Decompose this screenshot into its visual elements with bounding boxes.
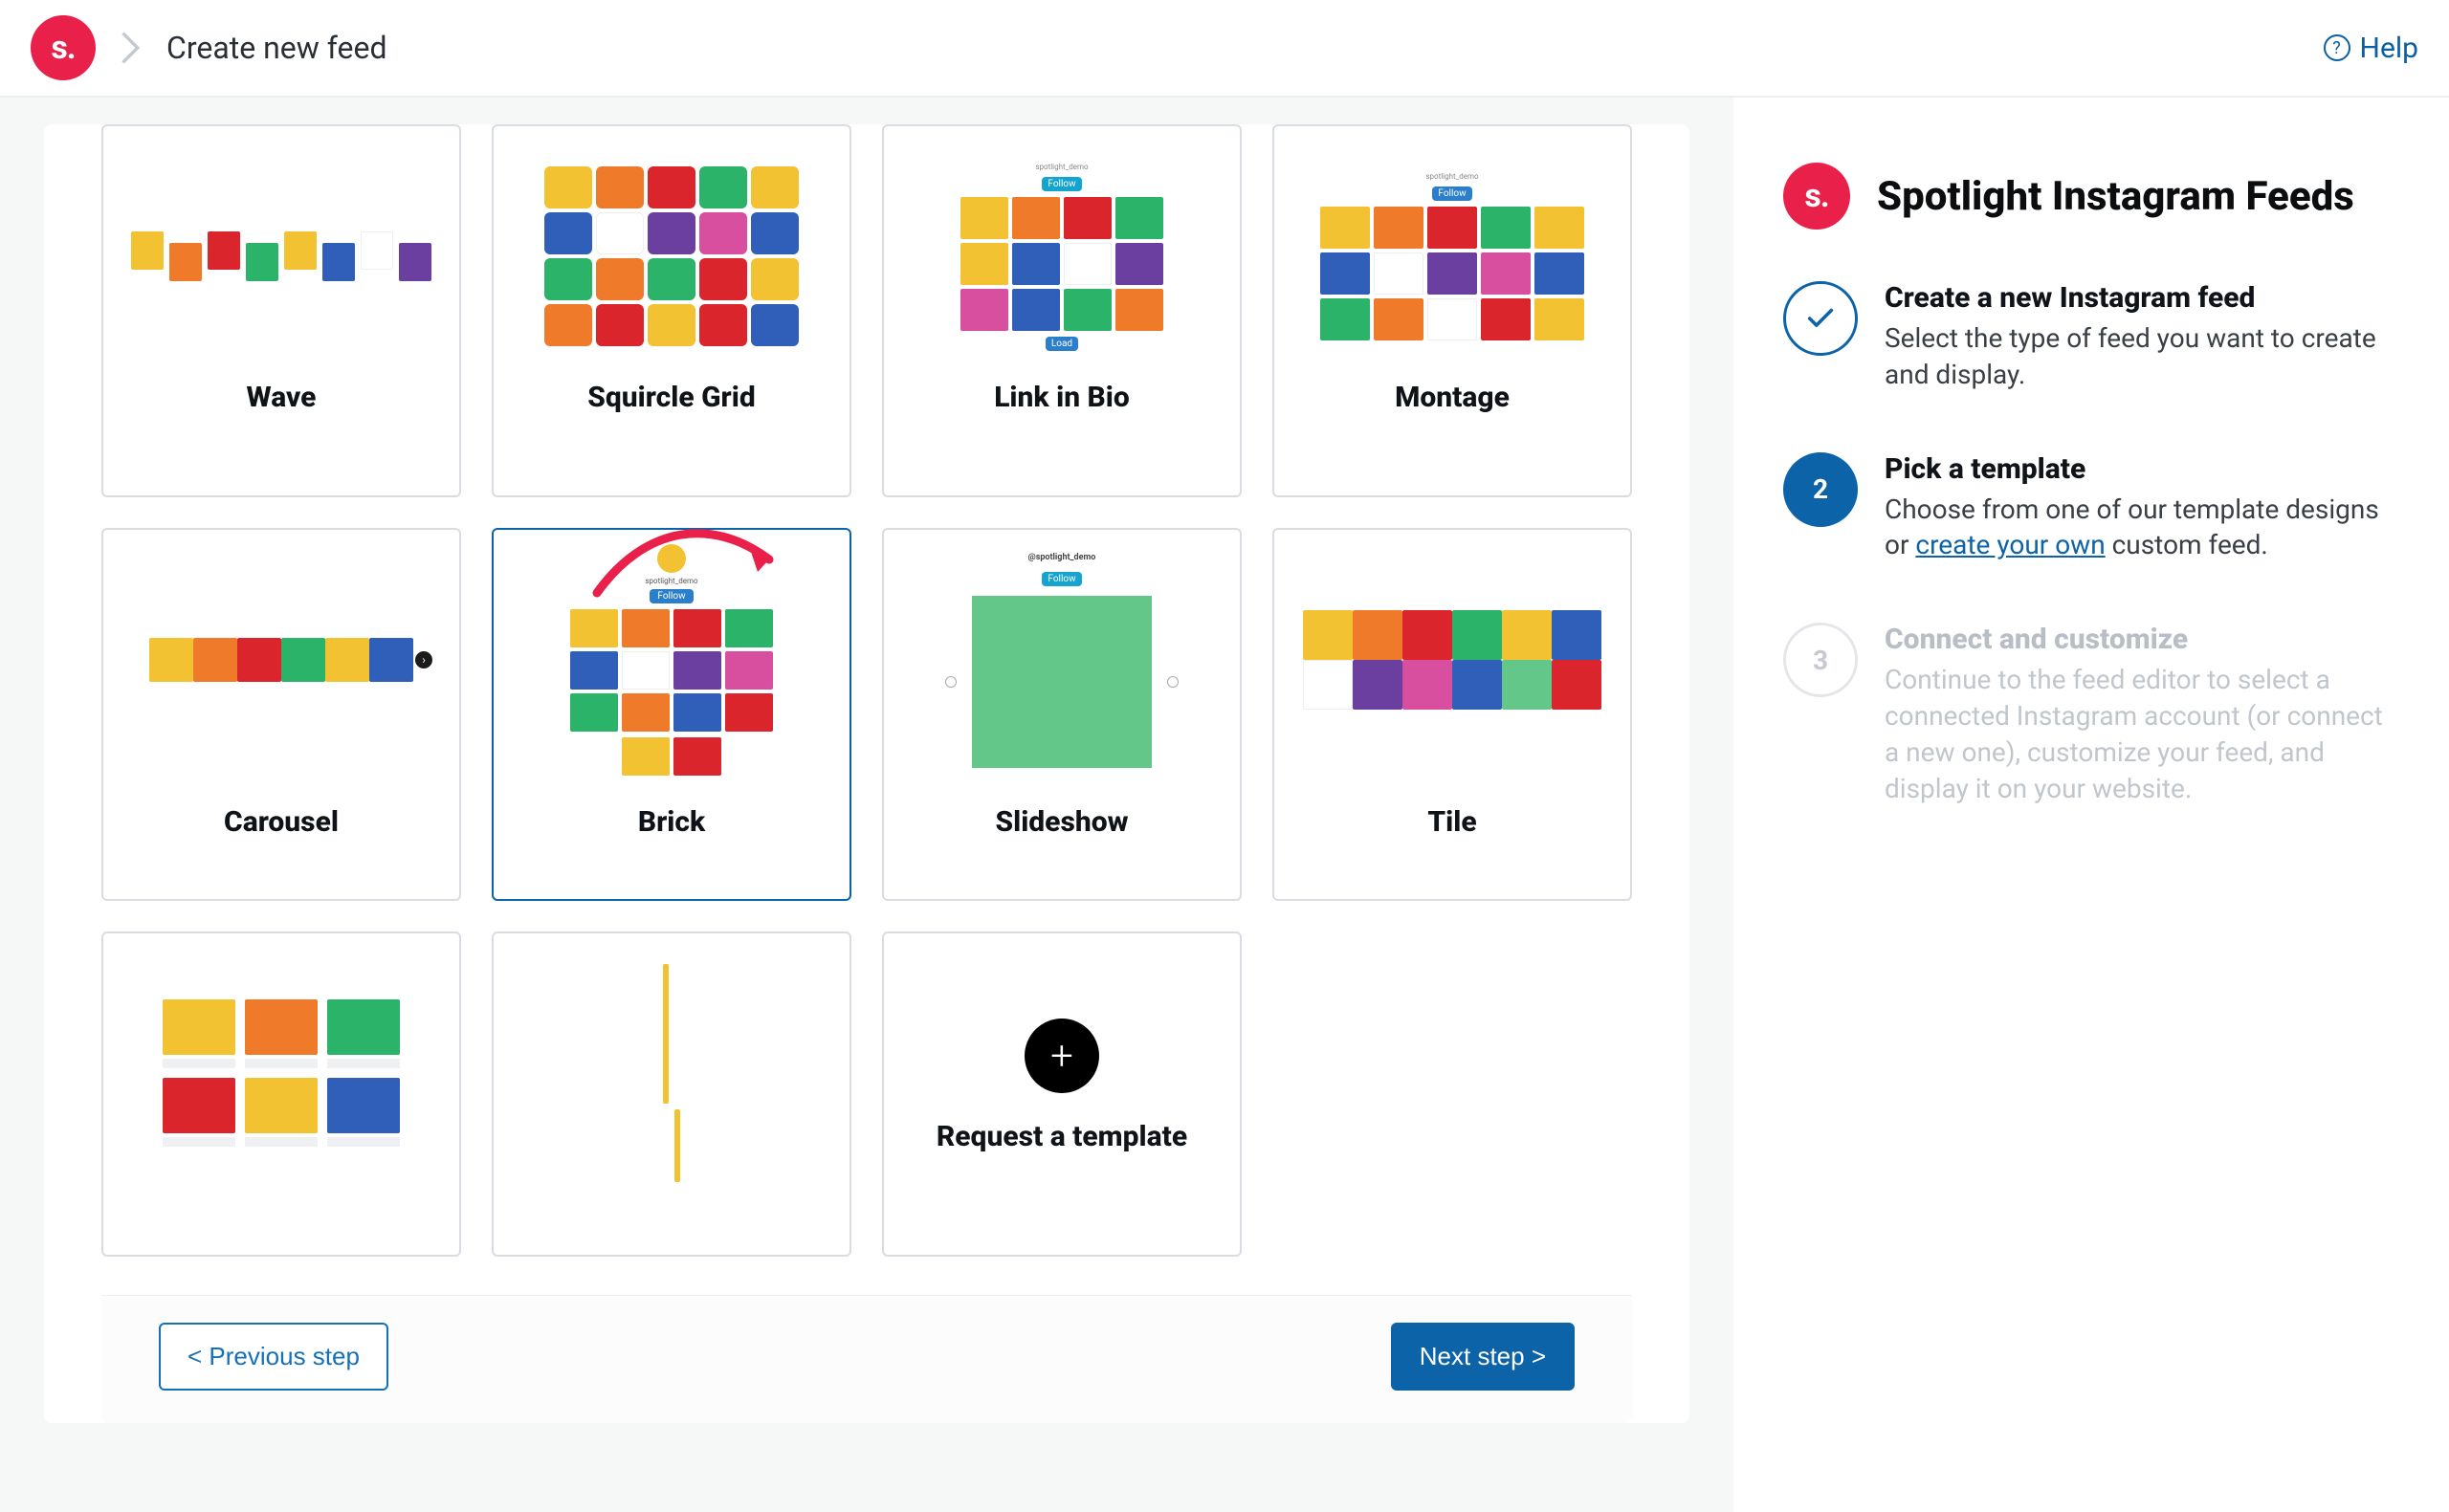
wizard-footer: < Previous step Next step >: [101, 1295, 1632, 1423]
left-panel: Wave Squircle Grid: [0, 98, 1733, 1512]
template-preview: spotlight_demo Follow: [494, 530, 849, 778]
template-card-masonry[interactable]: [492, 931, 851, 1257]
step-complete-icon: [1783, 281, 1858, 356]
template-card-wave[interactable]: Wave: [101, 124, 461, 497]
template-preview: spotlight_demo Follow: [1274, 126, 1630, 375]
chevron-right-icon: [121, 32, 142, 64]
squircle-tiles: [544, 166, 799, 346]
template-preview: [494, 933, 849, 1201]
load-more-icon: Load: [1046, 337, 1078, 351]
carousel-tiles: [149, 638, 413, 682]
pill-button-icon: Follow: [1042, 177, 1081, 191]
step-body: Select the type of feed you want to crea…: [1885, 320, 2399, 393]
template-preview: [103, 126, 459, 375]
step-3: 3 Connect and customize Continue to the …: [1783, 623, 2399, 806]
template-preview: ›: [103, 530, 459, 778]
template-card-link-in-bio[interactable]: spotlight_demo Follow Load Link in Bio: [882, 124, 1242, 497]
template-label: Brick: [638, 805, 705, 839]
sidebar-title: Spotlight Instagram Feeds: [1877, 173, 2354, 220]
template-label: Carousel: [224, 805, 339, 839]
page-title: Create new feed: [166, 30, 386, 66]
breadcrumb: s. Create new feed: [31, 15, 386, 80]
template-grid: Wave Squircle Grid: [101, 124, 1632, 1295]
template-card-slideshow[interactable]: @spotlight_demo Follow Slideshow: [882, 528, 1242, 901]
template-label: Wave: [247, 381, 317, 414]
step-body-post: custom feed.: [2106, 529, 2268, 560]
app-logo[interactable]: s.: [31, 15, 96, 80]
template-card-request[interactable]: + Request a template: [882, 931, 1242, 1257]
template-preview: @spotlight_demo Follow: [884, 530, 1240, 778]
gallery-cards-tiles: [163, 999, 400, 1147]
previous-step-button[interactable]: < Previous step: [159, 1323, 388, 1391]
step-active-indicator: 2: [1783, 452, 1858, 527]
template-card-squircle-grid[interactable]: Squircle Grid: [492, 124, 851, 497]
template-label: Link in Bio: [994, 381, 1130, 414]
template-card-carousel[interactable]: › Carousel: [101, 528, 461, 901]
carousel-next-icon: ›: [415, 651, 432, 668]
slideshow-prev-icon: [945, 676, 957, 688]
step-1: Create a new Instagram feed Select the t…: [1783, 281, 2399, 393]
montage-tiles: [1320, 207, 1584, 340]
help-link[interactable]: ? Help: [2324, 32, 2418, 65]
template-card-tile[interactable]: Tile: [1272, 528, 1632, 901]
template-preview: [494, 126, 849, 375]
brick-tiles: [570, 609, 773, 732]
help-label: Help: [2360, 32, 2418, 65]
pill-button-icon: Follow: [1432, 186, 1471, 201]
step-body: Continue to the feed editor to select a …: [1885, 662, 2399, 806]
template-card-brick[interactable]: spotlight_demo Follow: [492, 528, 851, 901]
template-label: Squircle Grid: [587, 381, 755, 414]
help-icon: ?: [2324, 34, 2350, 61]
main-layout: Wave Squircle Grid: [0, 98, 2449, 1512]
tile-tiles: [1303, 610, 1601, 710]
template-preview: [103, 933, 459, 1201]
avatar-icon: [657, 544, 686, 573]
sidebar-header: s. Spotlight Instagram Feeds: [1783, 163, 2399, 230]
next-step-button[interactable]: Next step >: [1391, 1323, 1575, 1391]
template-picker-stage: Wave Squircle Grid: [44, 124, 1689, 1423]
step-body: Choose from one of our template designs …: [1885, 492, 2399, 564]
follow-pill-icon: Follow: [1042, 572, 1081, 586]
request-template-label: Request a template: [937, 1120, 1187, 1154]
right-sidebar: s. Spotlight Instagram Feeds Create a ne…: [1733, 98, 2449, 1512]
step-2: 2 Pick a template Choose from one of our…: [1783, 452, 2399, 564]
create-your-own-link[interactable]: create your own: [1915, 529, 2105, 560]
step-title: Create a new Instagram feed: [1885, 281, 2399, 315]
slideshow-image: [972, 596, 1152, 768]
plus-icon: +: [1025, 1019, 1099, 1093]
template-card-gallery-cards[interactable]: [101, 931, 461, 1257]
masonry-tiles: [663, 964, 680, 1182]
sidebar-logo: s.: [1783, 163, 1850, 230]
template-label: Montage: [1395, 381, 1510, 414]
linkinbio-tiles: [960, 197, 1163, 331]
template-preview: + Request a template: [884, 933, 1240, 1201]
step-future-indicator: 3: [1783, 623, 1858, 697]
step-title: Pick a template: [1885, 452, 2399, 486]
slideshow-next-icon: [1167, 676, 1179, 688]
follow-pill-icon: Follow: [650, 589, 693, 603]
top-bar: s. Create new feed ? Help: [0, 0, 2449, 98]
template-label: Tile: [1427, 805, 1476, 839]
template-label: Slideshow: [995, 805, 1128, 839]
template-card-montage[interactable]: spotlight_demo Follow Montage: [1272, 124, 1632, 497]
template-preview: spotlight_demo Follow Load: [884, 126, 1240, 375]
template-preview: [1274, 530, 1630, 778]
wave-tiles: [131, 237, 431, 275]
step-title: Connect and customize: [1885, 623, 2399, 656]
